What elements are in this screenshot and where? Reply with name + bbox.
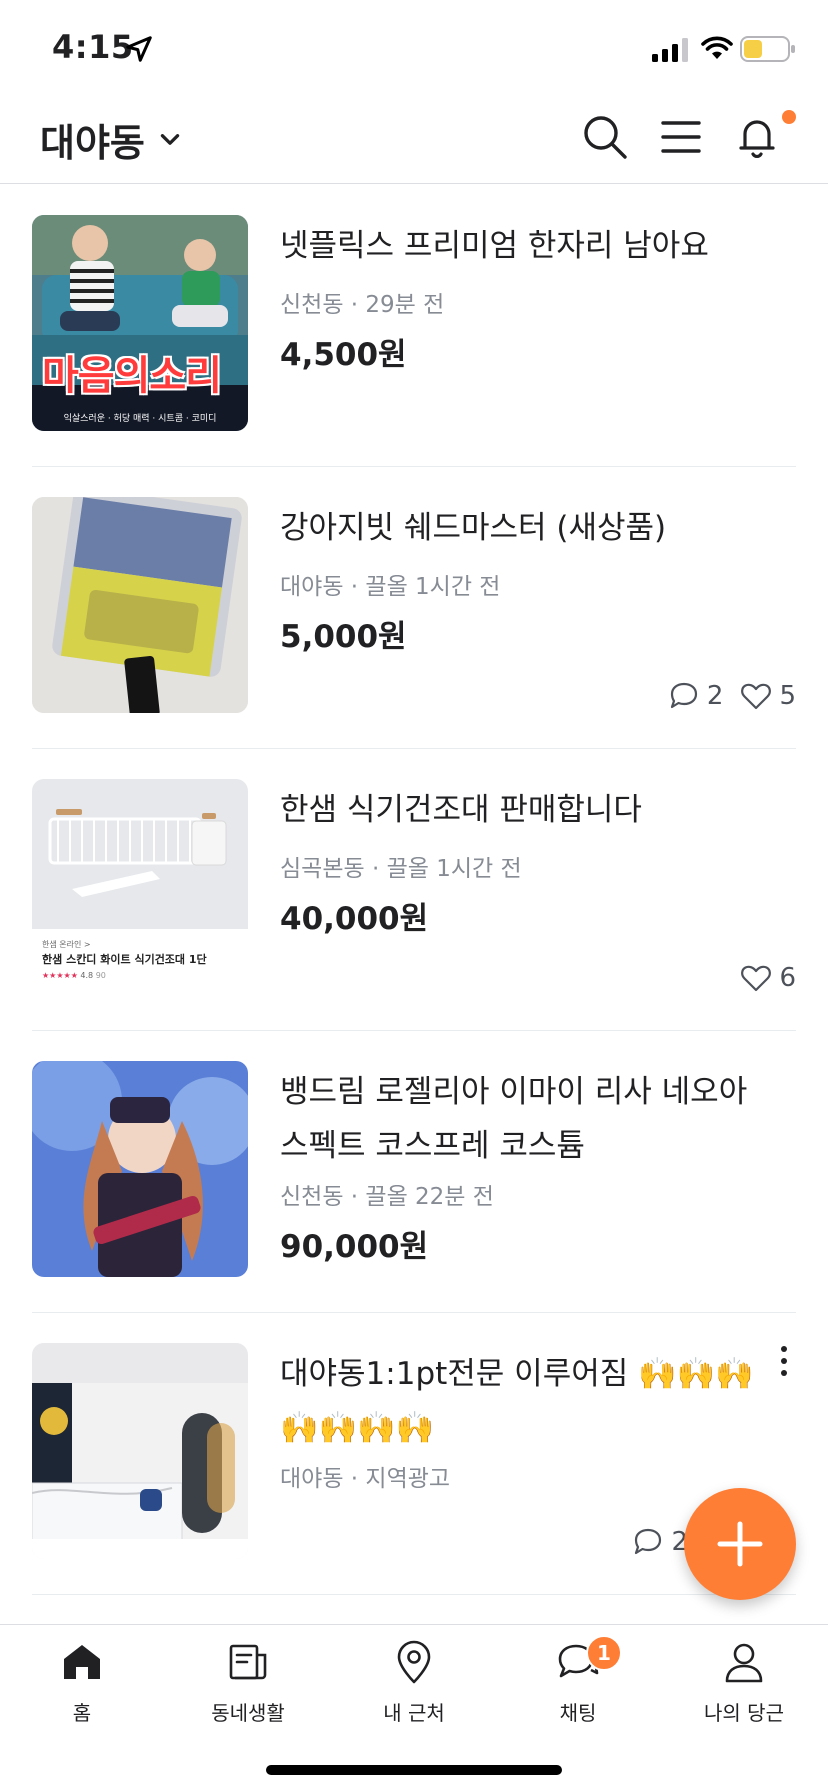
nav-label: 동네생활	[211, 1701, 285, 1725]
comment-icon	[635, 1528, 662, 1555]
menu-icon[interactable]	[656, 112, 706, 162]
nav-label: 나의 당근	[704, 1701, 784, 1725]
location-label: 대야동	[40, 121, 145, 165]
item-price: 4,500원	[280, 337, 407, 373]
list-item[interactable]: 마음의소리 익살스러운 · 허당 매력 · 시트콤 · 코미디 넷플릭스 프리미…	[32, 185, 796, 467]
thumb-title-text: 마음의소리	[42, 353, 222, 399]
item-price: 5,000원	[280, 619, 407, 655]
item-stats: 6	[729, 961, 796, 995]
comment-icon	[670, 682, 698, 709]
chevron-down-icon	[160, 133, 180, 145]
cellular-signal-icon	[652, 38, 688, 62]
item-meta: 신천동 · 29분 전	[280, 292, 445, 318]
status-bar: 4:15	[0, 0, 828, 96]
heart-icon	[741, 965, 772, 992]
chat-badge: 1	[586, 1635, 622, 1671]
like-count-value: 5	[779, 681, 796, 711]
app-header: 대야동	[0, 96, 828, 184]
item-title: 대야동1:1pt전문 이루어짐 🙌🙌🙌🙌🙌🙌🙌	[280, 1356, 754, 1446]
item-price: 40,000원	[280, 901, 429, 937]
heart-icon	[741, 683, 772, 710]
nav-item-chat[interactable]: 1 채팅	[508, 1635, 648, 1739]
item-thumbnail	[32, 497, 248, 713]
list-item-ad[interactable]: 대야동1:1pt전문 이루어짐 🙌🙌🙌🙌🙌🙌🙌 대야동 · 지역광고 2	[32, 1313, 796, 1595]
newspaper-icon	[229, 1644, 267, 1680]
item-meta: 신천동 · 끌올 22분 전	[280, 1184, 494, 1210]
item-thumbnail: 한샘 온라인 > 한샘 스칸디 화이트 식기건조대 1단 ★★★★★ 4.8 9…	[32, 779, 248, 995]
item-meta: 대야동 · 끌올 1시간 전	[280, 574, 501, 600]
thumb-product-name: 한샘 스칸디 화이트 식기건조대 1단	[42, 953, 207, 966]
item-thumbnail	[32, 1061, 248, 1277]
comment-count: 2	[667, 679, 724, 713]
list-item[interactable]: 한샘 온라인 > 한샘 스칸디 화이트 식기건조대 1단 ★★★★★ 4.8 9…	[32, 749, 796, 1031]
list-item[interactable]: 강아지빗 쉐드마스터 (새상품) 대야동 · 끌올 1시간 전 5,000원 2…	[32, 467, 796, 749]
item-title: 뱅드림 로젤리아 이마이 리사 네오아스펙트 코스프레 코스튬	[280, 1074, 748, 1164]
nav-label: 내 근처	[383, 1701, 445, 1725]
list-item[interactable]: 뱅드림 로젤리아 이마이 리사 네오아스펙트 코스프레 코스튬 신천동 · 끌올…	[32, 1031, 796, 1313]
nav-item-nearby[interactable]: 내 근처	[344, 1639, 484, 1739]
nav-label: 채팅	[559, 1701, 597, 1725]
item-meta: 대야동 · 지역광고	[280, 1466, 451, 1492]
bell-icon[interactable]	[732, 112, 782, 162]
item-stats: 2 5	[657, 679, 796, 713]
home-icon	[64, 1645, 100, 1679]
nav-item-community[interactable]: 동네생활	[178, 1639, 318, 1739]
like-count: 5	[739, 679, 796, 713]
item-thumbnail	[32, 1343, 248, 1559]
thumb-subtitle-text: 익살스러운 · 허당 매력 · 시트콤 · 코미디	[63, 414, 217, 424]
item-stats: 2	[621, 1525, 688, 1559]
nav-item-my[interactable]: 나의 당근	[674, 1639, 814, 1739]
item-list: 마음의소리 익살스러운 · 허당 매력 · 시트콤 · 코미디 넷플릭스 프리미…	[0, 185, 828, 1595]
like-count: 6	[739, 961, 796, 995]
search-icon[interactable]	[580, 112, 630, 162]
item-title: 넷플릭스 프리미엄 한자리 남아요	[280, 228, 709, 264]
person-icon	[725, 1643, 763, 1683]
nav-item-home[interactable]: 홈	[12, 1639, 152, 1739]
nav-label: 홈	[72, 1701, 92, 1725]
plus-icon	[717, 1521, 763, 1567]
notification-dot	[782, 110, 796, 124]
more-options-icon[interactable]	[776, 1343, 792, 1379]
location-arrow-icon	[126, 36, 152, 62]
map-pin-icon	[397, 1640, 431, 1684]
thumb-rating: ★★★★★ 4.8 90	[42, 971, 106, 980]
item-price: 90,000원	[280, 1229, 429, 1265]
item-title: 강아지빗 쉐드마스터 (새상품)	[280, 510, 667, 546]
add-listing-button[interactable]	[684, 1488, 796, 1600]
location-selector[interactable]: 대야동	[40, 112, 183, 167]
item-meta: 심곡본동 · 끌올 1시간 전	[280, 856, 522, 882]
item-thumbnail: 마음의소리 익살스러운 · 허당 매력 · 시트콤 · 코미디	[32, 215, 248, 431]
item-title: 한샘 식기건조대 판매합니다	[280, 792, 642, 828]
battery-icon	[740, 36, 795, 62]
comment-count: 2	[631, 1525, 688, 1559]
like-count-value: 6	[779, 963, 796, 993]
status-time: 4:15	[52, 28, 134, 66]
thumb-brand: 한샘 온라인 >	[42, 940, 91, 949]
home-indicator[interactable]	[266, 1765, 562, 1775]
wifi-icon	[701, 36, 733, 59]
comment-count-value: 2	[706, 681, 724, 711]
